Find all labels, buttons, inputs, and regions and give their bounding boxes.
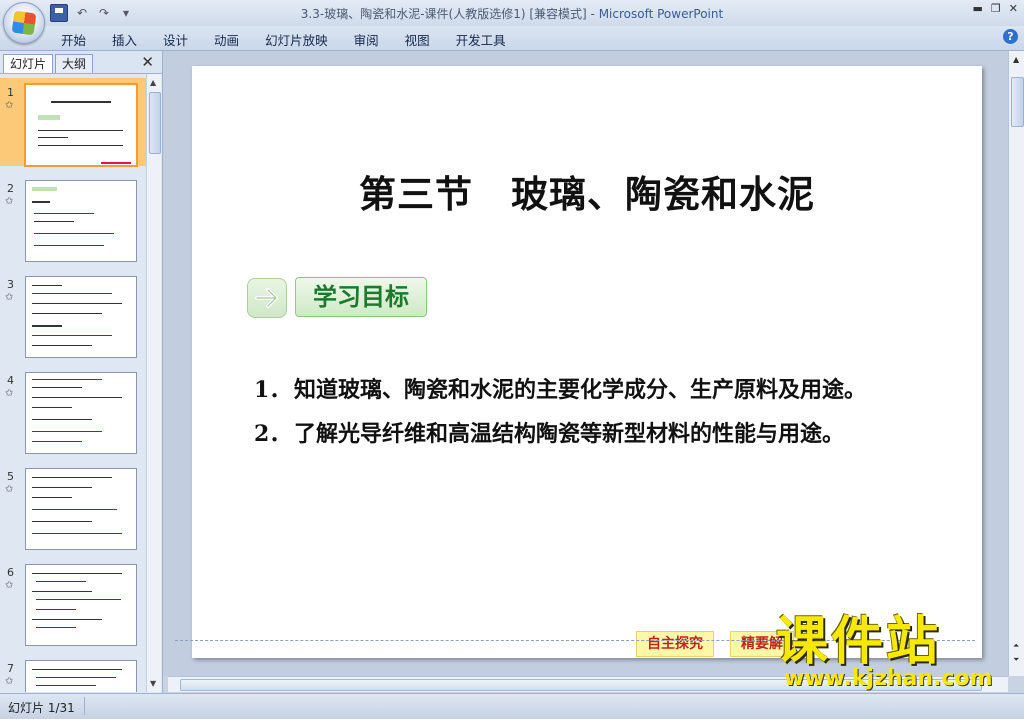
scroll-down-icon[interactable]: ▼ xyxy=(150,679,156,688)
tab-home[interactable]: 开始 xyxy=(48,30,99,49)
animation-star-icon: ✩ xyxy=(5,196,14,207)
thumbnail-image xyxy=(25,660,137,692)
scroll-up-icon[interactable]: ▲ xyxy=(150,78,156,87)
goal-number: 2． xyxy=(254,421,292,447)
key-explain-button[interactable]: 精要解 xyxy=(730,631,794,657)
thumbnail-image xyxy=(25,276,137,358)
status-bar: 幻灯片 1/31 xyxy=(0,693,1024,719)
editor-vertical-scrollbar[interactable]: ▲ ⏶ ⏷ xyxy=(1008,51,1024,676)
tab-insert[interactable]: 插入 xyxy=(99,30,150,49)
scroll-thumb[interactable] xyxy=(180,679,982,691)
thumbnail-image xyxy=(25,180,137,262)
tab-view[interactable]: 视图 xyxy=(392,30,443,49)
tab-review[interactable]: 审阅 xyxy=(341,30,392,49)
thumbnail-number: 4 xyxy=(7,374,14,387)
thumbnail-number: 1 xyxy=(7,86,14,99)
status-divider xyxy=(84,697,85,715)
slide-thumbnail-6[interactable]: 6 ✩ xyxy=(0,558,146,646)
animation-star-icon: ✩ xyxy=(5,580,14,591)
office-button[interactable] xyxy=(3,2,45,44)
tab-animations[interactable]: 动画 xyxy=(201,30,252,49)
slide-canvas[interactable]: 第三节 玻璃、陶瓷和水泥 学习目标 1． 知道玻璃、陶瓷和水泥的主要化学成分、生… xyxy=(192,66,982,658)
thumbnail-number: 5 xyxy=(7,470,14,483)
learning-goals-label: 学习目标 xyxy=(295,277,427,317)
animation-star-icon: ✩ xyxy=(5,292,14,303)
tab-design[interactable]: 设计 xyxy=(150,30,201,49)
thumbnail-number: 6 xyxy=(7,566,14,579)
thumbnail-image xyxy=(25,564,137,646)
title-separator: - xyxy=(586,7,599,21)
animation-star-icon: ✩ xyxy=(5,388,14,399)
thumbnail-scrollbar[interactable]: ▲ ▼ xyxy=(146,74,161,692)
animation-star-icon: ✩ xyxy=(5,676,14,687)
goal-number: 1． xyxy=(254,377,292,403)
slide-thumbnail-1[interactable]: 1 ✩ xyxy=(0,78,146,167)
goal-item: 1． 知道玻璃、陶瓷和水泥的主要化学成分、生产原料及用途。 xyxy=(254,369,954,411)
thumbnail-image xyxy=(25,372,137,454)
thumbnail-number: 7 xyxy=(7,662,14,675)
slide-thumbnail-7[interactable]: 7 ✩ xyxy=(0,654,146,692)
thumbnail-number: 3 xyxy=(7,278,14,291)
tab-developer[interactable]: 开发工具 xyxy=(443,30,519,49)
slide-counter: 幻灯片 1/31 xyxy=(8,701,75,715)
tab-slides[interactable]: 幻灯片 xyxy=(3,54,54,73)
title-bar: ↶ ↷ ▾ 3.3-玻璃、陶瓷和水泥-课件(人教版选修1) [兼容模式] - M… xyxy=(0,0,1024,44)
app-name: Microsoft PowerPoint xyxy=(598,7,724,21)
office-logo-icon xyxy=(11,10,37,36)
next-slide-icon[interactable]: ⏷ xyxy=(1013,655,1019,665)
window-title: 3.3-玻璃、陶瓷和水泥-课件(人教版选修1) [兼容模式] - Microso… xyxy=(0,5,1024,22)
slides-panel: 幻灯片 大纲 ✕ 1 ✩ 2 ✩ 3 ✩ 4 ✩ 5 ✩ 6 ✩ 7 ✩ ▲ ▼ xyxy=(0,51,163,693)
goals-list[interactable]: 1． 知道玻璃、陶瓷和水泥的主要化学成分、生产原料及用途。 2． 了解光导纤维和… xyxy=(254,369,954,457)
scroll-up-icon[interactable]: ▲ xyxy=(1013,55,1019,64)
slide-title[interactable]: 第三节 玻璃、陶瓷和水泥 xyxy=(192,164,982,218)
document-title: 3.3-玻璃、陶瓷和水泥-课件(人教版选修1) [兼容模式] xyxy=(300,7,587,21)
scroll-thumb[interactable] xyxy=(1011,77,1024,127)
scroll-thumb[interactable] xyxy=(149,92,161,154)
goal-text: 了解光导纤维和高温结构陶瓷等新型材料的性能与用途。 xyxy=(294,421,845,447)
slide-thumbnail-4[interactable]: 4 ✩ xyxy=(0,366,146,454)
goal-text: 知道玻璃、陶瓷和水泥的主要化学成分、生产原料及用途。 xyxy=(294,377,867,403)
thumbnail-number: 2 xyxy=(7,182,14,195)
tab-slideshow[interactable]: 幻灯片放映 xyxy=(252,30,341,49)
thumbnail-list: 1 ✩ 2 ✩ 3 ✩ 4 ✩ 5 ✩ 6 ✩ 7 ✩ xyxy=(0,74,146,692)
slide-boundary-line xyxy=(175,640,975,642)
self-explore-button[interactable]: 自主探究 xyxy=(636,631,714,657)
help-icon[interactable]: ? xyxy=(1003,29,1018,44)
slide-thumbnail-5[interactable]: 5 ✩ xyxy=(0,462,146,550)
tab-outline[interactable]: 大纲 xyxy=(55,54,94,73)
editor-horizontal-scrollbar[interactable] xyxy=(168,676,1008,692)
slide-thumbnail-3[interactable]: 3 ✩ xyxy=(0,270,146,358)
goal-item: 2． 了解光导纤维和高温结构陶瓷等新型材料的性能与用途。 xyxy=(254,413,954,455)
close-panel-icon[interactable]: ✕ xyxy=(141,53,154,71)
thumbnail-image xyxy=(25,468,137,550)
thumbnail-image xyxy=(24,83,138,167)
window-controls: ▬ ❐ ✕ xyxy=(973,2,1019,15)
arrow-right-icon xyxy=(247,278,287,318)
ribbon-tab-bar: 开始 插入 设计 动画 幻灯片放映 审阅 视图 开发工具 ? xyxy=(0,26,1024,51)
minimize-icon[interactable]: ▬ xyxy=(973,2,983,15)
panel-tabs: 幻灯片 大纲 ✕ xyxy=(0,51,162,74)
slide-thumbnail-2[interactable]: 2 ✩ xyxy=(0,174,146,262)
restore-icon[interactable]: ❐ xyxy=(991,2,1001,15)
animation-star-icon: ✩ xyxy=(5,100,14,111)
previous-slide-icon[interactable]: ⏶ xyxy=(1013,641,1019,651)
close-icon[interactable]: ✕ xyxy=(1009,2,1018,15)
animation-star-icon: ✩ xyxy=(5,484,14,495)
